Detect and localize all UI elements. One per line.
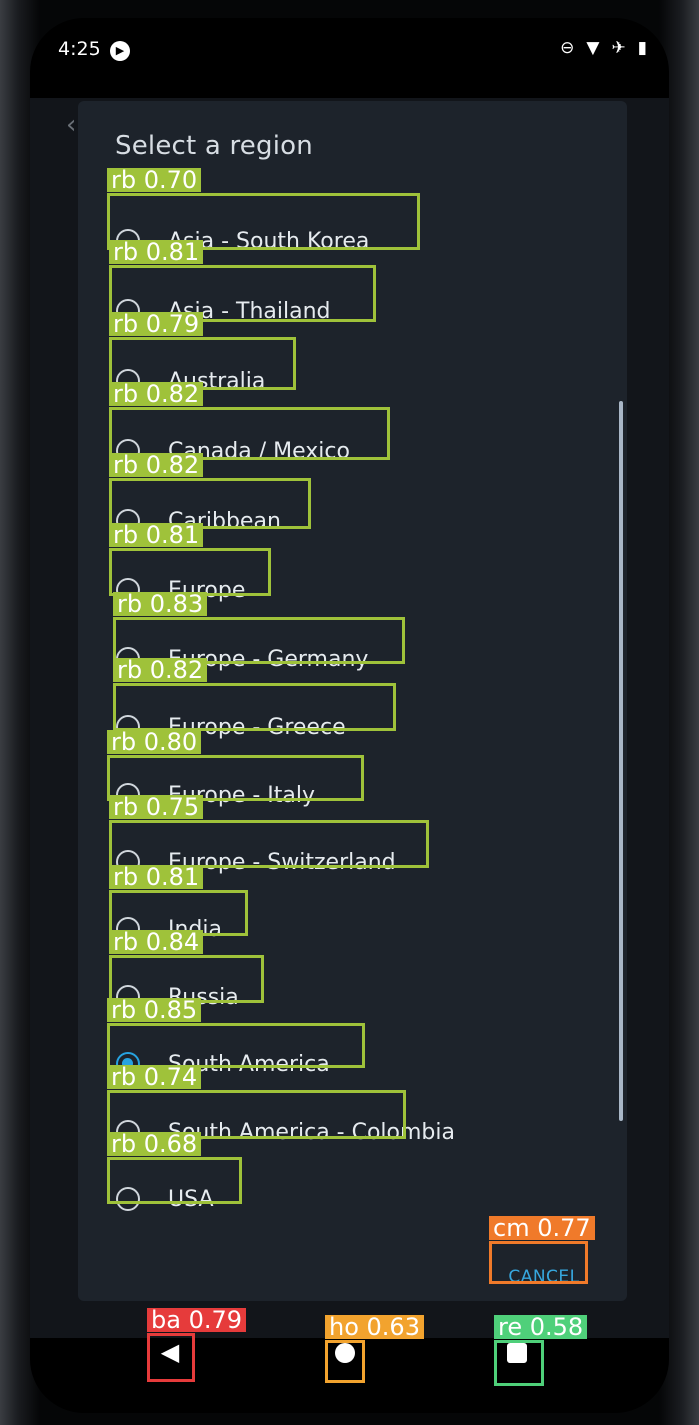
region-option-label: South America	[168, 1051, 330, 1077]
radio-unchecked-icon[interactable]	[116, 850, 140, 874]
radio-unchecked-icon[interactable]	[116, 369, 140, 393]
region-option[interactable]: Asia - Thailand	[116, 293, 331, 329]
region-option[interactable]: Europe - Germany	[116, 641, 368, 677]
radio-unchecked-icon[interactable]	[116, 783, 140, 807]
region-option-label: South America - Colombia	[168, 1119, 455, 1145]
status-icons: ⊖ ▼ ✈ ▮	[560, 38, 647, 58]
radio-unchecked-icon[interactable]	[116, 1120, 140, 1144]
region-option-label: USA	[168, 1186, 214, 1212]
radio-unchecked-icon[interactable]	[116, 509, 140, 533]
region-option-label: Europe	[168, 577, 246, 603]
region-option-label: Australia	[168, 368, 266, 394]
region-option-label: India	[168, 916, 222, 942]
region-option[interactable]: Asia - South Korea	[116, 223, 369, 259]
region-option[interactable]: Europe - Switzerland	[116, 844, 396, 880]
region-option[interactable]: South America - Colombia	[116, 1114, 455, 1150]
region-option[interactable]: USA	[116, 1181, 214, 1217]
region-option-label: Asia - South Korea	[168, 228, 370, 254]
radio-unchecked-icon[interactable]	[116, 229, 140, 253]
radio-unchecked-icon[interactable]	[116, 647, 140, 671]
dnd-icon: ⊖	[560, 38, 575, 58]
radio-unchecked-icon[interactable]	[116, 985, 140, 1009]
region-option[interactable]: Europe - Greece	[116, 709, 346, 745]
dialog-title: Select a region	[115, 131, 313, 161]
region-option-label: Europe - Italy	[168, 782, 316, 808]
nav-home-icon[interactable]	[330, 1338, 360, 1368]
battery-icon: ▮	[637, 38, 647, 58]
region-option-label: Canada / Mexico	[168, 438, 350, 464]
region-option[interactable]: Canada / Mexico	[116, 433, 350, 469]
app-back-icon: ‹	[66, 110, 77, 140]
status-time: 4:25	[58, 38, 101, 60]
radio-unchecked-icon[interactable]	[116, 439, 140, 463]
region-option-label: Asia - Thailand	[168, 298, 331, 324]
radio-checked-icon[interactable]	[116, 1052, 140, 1076]
region-option[interactable]: Russia	[116, 979, 239, 1015]
scrollbar[interactable]	[619, 401, 623, 1121]
region-option[interactable]: India	[116, 911, 222, 947]
region-option[interactable]: Australia	[116, 363, 265, 399]
region-option[interactable]: Europe - Italy	[116, 777, 315, 813]
region-option-label: Europe - Greece	[168, 714, 346, 740]
region-option-label: Europe - Switzerland	[168, 849, 396, 875]
nav-recents-icon[interactable]	[500, 1336, 534, 1370]
region-option-label: Russia	[168, 984, 239, 1010]
region-option[interactable]: Europe	[116, 572, 245, 608]
radio-unchecked-icon[interactable]	[116, 299, 140, 323]
region-dialog: Select a region Asia - South Korea Asia -…	[78, 101, 627, 1301]
radio-unchecked-icon[interactable]	[116, 715, 140, 739]
radio-unchecked-icon[interactable]	[116, 1187, 140, 1211]
nav-back-icon[interactable]: ◀	[150, 1332, 190, 1372]
phone-frame: 4:25 ▶ ⊖ ▼ ✈ ▮ ‹ Select a region Asia - …	[0, 0, 699, 1425]
wifi-icon: ▼	[586, 38, 600, 58]
cancel-button[interactable]: CANCEL	[504, 1262, 584, 1292]
screen: 4:25 ▶ ⊖ ▼ ✈ ▮ ‹ Select a region Asia - …	[30, 18, 669, 1413]
airplane-icon: ✈	[611, 38, 626, 58]
region-option-label: Caribbean	[168, 508, 281, 534]
region-option-label: Europe - Germany	[168, 646, 369, 672]
radio-unchecked-icon[interactable]	[116, 578, 140, 602]
region-option[interactable]: South America	[116, 1046, 330, 1082]
radio-unchecked-icon[interactable]	[116, 917, 140, 941]
app-notification-icon: ▶	[110, 41, 130, 61]
region-option[interactable]: Caribbean	[116, 503, 281, 539]
